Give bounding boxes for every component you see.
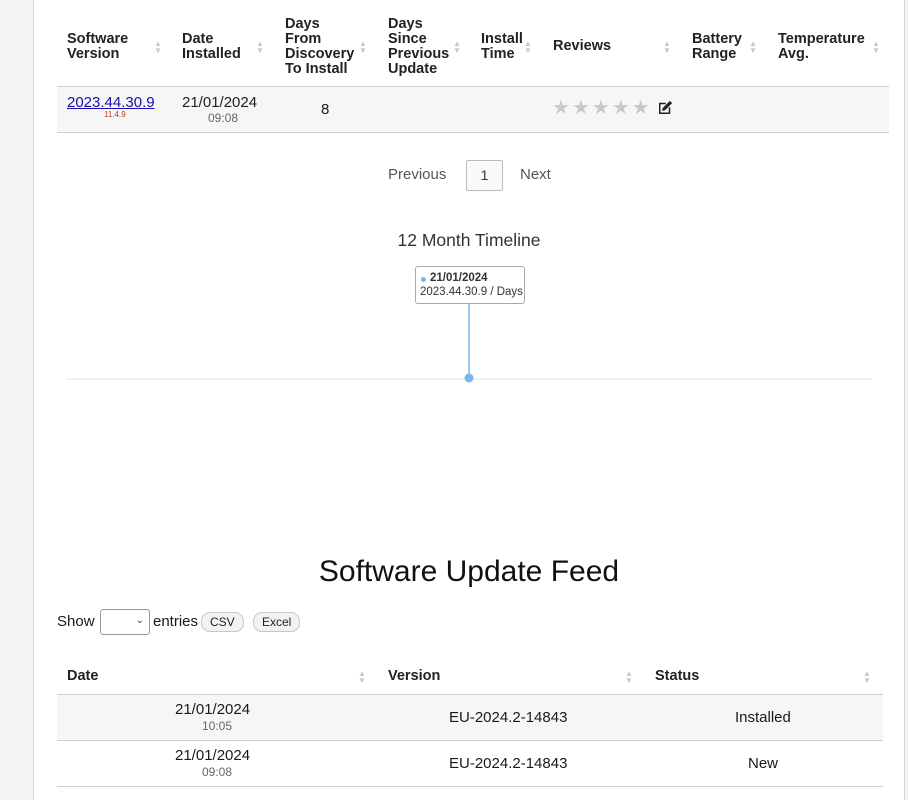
col-date[interactable]: Date [67, 668, 98, 684]
col-install-time[interactable]: Install Time [481, 32, 523, 62]
content-panel: Software Version ▲ ▼ Date Installed ▲ ▼ Da… [33, 0, 905, 800]
col-battery-range[interactable]: Battery Range [692, 32, 742, 62]
review-stars[interactable]: ★ ★ ★ ★ ★ [552, 98, 650, 118]
col-version[interactable]: Version [388, 668, 440, 684]
entries-label: entries [153, 613, 199, 630]
feed-date: 21/01/2024 [175, 747, 251, 764]
pagination: Previous 1 Next [34, 160, 904, 192]
table-row: 21/01/2024 10:05 EU-2024.2-14843 Install… [57, 695, 883, 741]
col-days-since-previous[interactable]: Days Since Previous Update [388, 17, 449, 77]
col-reviews[interactable]: Reviews [553, 39, 611, 54]
install-time: 09:08 [208, 111, 239, 125]
sort-icon[interactable]: ▲ ▼ [359, 40, 367, 55]
entries-select[interactable]: ⌄ [100, 609, 150, 635]
tooltip-text: 2023.44.30.9 / Days [420, 286, 523, 298]
version-link[interactable]: 2023.44.30.9 [67, 94, 155, 111]
feed-status: Installed [735, 709, 791, 726]
col-date-installed[interactable]: Date Installed [182, 32, 241, 62]
feed-status: New [748, 755, 779, 772]
show-label: Show [57, 613, 95, 630]
sort-icon[interactable]: ▲ ▼ [625, 670, 633, 685]
sort-icon[interactable]: ▲ ▼ [358, 670, 366, 685]
tooltip-date: 21/01/2024 [430, 272, 488, 284]
page-1-button[interactable]: 1 [466, 160, 503, 191]
star-icon[interactable]: ★ [612, 98, 630, 118]
sort-icon[interactable]: ▲ ▼ [524, 40, 532, 55]
col-software-version[interactable]: Software Version [67, 32, 128, 62]
table-row: 21/01/2024 09:08 EU-2024.2-14843 New [57, 741, 883, 787]
excel-button[interactable]: Excel [253, 612, 301, 632]
feed-time: 10:05 [202, 719, 233, 733]
sort-icon[interactable]: ▲ ▼ [453, 40, 461, 55]
sub-version: 11.4.9 [104, 110, 126, 119]
edit-icon[interactable] [656, 99, 674, 117]
feed-time: 09:08 [202, 765, 233, 779]
feed-table-header: Date ▲ ▼ Version ▲ ▼ Status ▲ ▼ [57, 660, 883, 695]
timeline-tooltip: 21/01/2024 2023.44.30.9 / Days [415, 266, 525, 304]
chevron-down-icon: ⌄ [135, 615, 144, 626]
days-from-discovery: 8 [321, 101, 330, 118]
sort-icon[interactable]: ▲ ▼ [749, 40, 757, 55]
col-status[interactable]: Status [655, 668, 699, 684]
star-icon[interactable]: ★ [592, 98, 610, 118]
version-history-table: Software Version ▲ ▼ Date Installed ▲ ▼ Da… [57, 0, 889, 133]
feed-version: EU-2024.2-14843 [449, 755, 568, 772]
install-date: 21/01/2024 [182, 94, 258, 111]
sort-icon[interactable]: ▲ ▼ [872, 40, 880, 55]
col-temperature-avg[interactable]: Temperature Avg. [778, 32, 865, 62]
sort-icon[interactable]: ▲ ▼ [663, 40, 671, 55]
col-days-from-discovery[interactable]: Days From Discovery To Install [285, 17, 354, 77]
timeline-point[interactable] [464, 373, 474, 383]
version-history-header: Software Version ▲ ▼ Date Installed ▲ ▼ Da… [57, 0, 889, 87]
feed-title: Software Update Feed [318, 555, 620, 588]
sort-icon[interactable]: ▲ ▼ [863, 670, 871, 685]
feed-version: EU-2024.2-14843 [449, 709, 568, 726]
star-icon[interactable]: ★ [552, 98, 570, 118]
previous-button[interactable]: Previous [388, 160, 446, 190]
star-icon[interactable]: ★ [572, 98, 590, 118]
table-row: 2023.44.30.9 11.4.9 21/01/2024 09:08 8 ★… [57, 87, 889, 133]
sort-icon[interactable]: ▲ ▼ [256, 40, 264, 55]
tooltip-series-dot [421, 277, 426, 282]
feed-date: 21/01/2024 [175, 701, 251, 718]
csv-button[interactable]: CSV [201, 612, 244, 632]
sort-icon[interactable]: ▲ ▼ [154, 40, 162, 55]
timeline-title: 12 Month Timeline [397, 230, 541, 250]
star-icon[interactable]: ★ [632, 98, 650, 118]
next-button[interactable]: Next [520, 160, 551, 190]
